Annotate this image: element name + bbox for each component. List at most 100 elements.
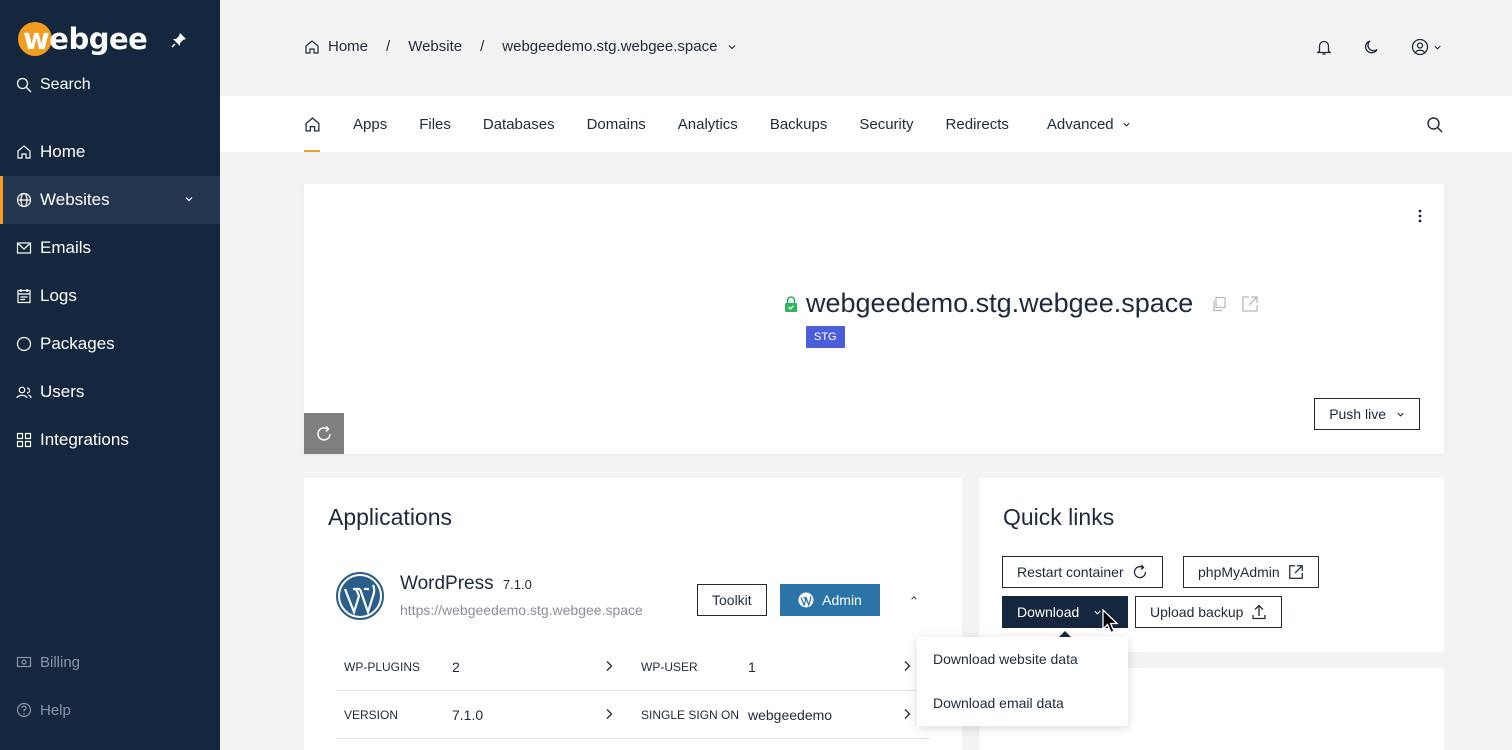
tab-backups[interactable]: Backups (770, 96, 828, 152)
breadcrumb-separator: / (386, 38, 391, 55)
quick-links-title: Quick links (1003, 504, 1115, 530)
admin-button[interactable]: Admin (780, 584, 880, 616)
admin-label: Admin (822, 592, 862, 608)
menu-item-download-website-data[interactable]: Download website data (933, 651, 1078, 667)
home-icon (17, 145, 31, 159)
sidebar-item-websites[interactable]: Websites (0, 176, 220, 224)
applications-title: Applications (328, 504, 453, 530)
chevron-right-icon[interactable] (902, 708, 912, 720)
lock-icon (785, 295, 797, 312)
users-icon (16, 386, 32, 399)
bell-icon[interactable] (1315, 38, 1333, 56)
sidebar-item-billing[interactable]: Billing (0, 638, 220, 686)
sidebar-bottom: Billing Help (0, 638, 220, 734)
chevron-right-icon[interactable] (902, 660, 912, 672)
moon-icon[interactable] (1363, 38, 1381, 56)
refresh-screenshot-button[interactable] (304, 413, 344, 454)
download-dropdown-menu: Download website data Download email dat… (917, 637, 1128, 726)
wordpress-logo-icon (336, 572, 384, 620)
sidebar-item-label: Logs (40, 286, 77, 305)
sidebar-item-help[interactable]: Help (0, 686, 220, 734)
webgee-logo[interactable]: webgee (18, 20, 148, 58)
pin-icon[interactable] (171, 32, 187, 48)
logo-text: webgee (23, 22, 148, 56)
app-name-row: WordPress 7.1.0 (400, 573, 532, 595)
sidebar-search[interactable]: Search (16, 76, 91, 94)
row-value: 7.1.0 (452, 706, 484, 723)
sidebar-item-label: Integrations (40, 430, 129, 449)
top-actions (1315, 38, 1442, 56)
menu-item-download-email-data[interactable]: Download email data (933, 695, 1064, 711)
mouse-cursor-icon (1102, 609, 1119, 634)
copy-icon[interactable] (1211, 296, 1227, 312)
phpmyadmin-button[interactable]: phpMyAdmin (1183, 556, 1319, 588)
refresh-icon (317, 425, 331, 441)
logs-icon (17, 289, 31, 304)
home-icon[interactable] (304, 39, 320, 55)
tab-analytics[interactable]: Analytics (678, 96, 738, 152)
breadcrumb-site[interactable]: webgeedemo.stg.webgee.space (502, 38, 717, 55)
app-name: WordPress (400, 573, 494, 594)
tab-redirects[interactable]: Redirects (946, 96, 1009, 152)
tab-databases[interactable]: Databases (483, 96, 555, 152)
sidebar-item-label: Emails (40, 238, 92, 257)
tab-apps[interactable]: Apps (353, 96, 387, 152)
chevron-down-icon[interactable] (727, 42, 737, 52)
sidebar-search-label: Search (40, 76, 91, 93)
sidebar-item-label: Websites (40, 190, 110, 209)
chevron-down-icon (1434, 45, 1441, 50)
billing-icon (16, 656, 32, 668)
user-circle-icon (1411, 38, 1429, 56)
breadcrumb-separator: / (480, 38, 485, 55)
chevron-right-icon[interactable] (604, 708, 614, 720)
tab-home[interactable] (304, 96, 321, 152)
upload-label: Upload backup (1150, 604, 1244, 620)
app-version: 7.1.0 (502, 577, 532, 592)
kebab-menu-icon[interactable] (1418, 208, 1422, 224)
restart-container-button[interactable]: Restart container (1002, 556, 1163, 588)
tab-security[interactable]: Security (859, 96, 913, 152)
tab-domains[interactable]: Domains (587, 96, 646, 152)
chevron-up-icon[interactable] (910, 594, 918, 602)
external-link-icon[interactable] (1241, 295, 1259, 313)
row-value: 1 (748, 658, 756, 675)
environment-badge: STG (806, 326, 845, 348)
toolkit-button[interactable]: Toolkit (697, 584, 767, 616)
table-row: WP-PLUGINS 2 WP-USER 1 (336, 643, 930, 691)
upload-backup-button[interactable]: Upload backup (1135, 596, 1283, 628)
topbar: Home / Website / webgeedemo.stg.webgee.s… (220, 0, 1512, 96)
chevron-down-icon (1397, 412, 1404, 417)
breadcrumb-website[interactable]: Website (408, 38, 462, 55)
search-icon[interactable] (1426, 116, 1444, 134)
row-key: SINGLE SIGN ON (641, 707, 740, 722)
breadcrumb: Home / Website / webgeedemo.stg.webgee.s… (304, 38, 737, 55)
sidebar-item-home[interactable]: Home (0, 128, 220, 176)
sidebar-item-logs[interactable]: Logs (0, 272, 220, 320)
applications-card: Applications WordPress 7.1.0 https://web… (304, 478, 962, 750)
help-icon (16, 702, 32, 718)
tab-advanced[interactable]: Advanced (1047, 96, 1131, 152)
site-overview-card: webgeedemo.stg.webgee.space STG Push liv… (304, 184, 1444, 454)
sidebar-item-label: Packages (40, 334, 115, 353)
sidebar-item-integrations[interactable]: Integrations (0, 416, 220, 464)
home-icon (305, 116, 320, 132)
sidebar-item-label: Home (40, 142, 86, 161)
chevron-right-icon[interactable] (604, 660, 614, 672)
tab-files[interactable]: Files (419, 96, 451, 152)
sidebar-item-emails[interactable]: Emails (0, 224, 220, 272)
app-url[interactable]: https://webgeedemo.stg.webgee.space (400, 602, 643, 618)
integrations-icon (16, 432, 32, 448)
breadcrumb-home[interactable]: Home (328, 38, 368, 55)
external-link-icon (1288, 565, 1303, 579)
sidebar-item-users[interactable]: Users (0, 368, 220, 416)
account-menu[interactable] (1411, 38, 1442, 56)
sidebar-item-packages[interactable]: Packages (0, 320, 220, 368)
push-live-button[interactable]: Push live (1314, 398, 1420, 430)
search-icon (16, 77, 32, 93)
phpmyadmin-label: phpMyAdmin (1198, 564, 1280, 580)
chevron-down-icon (1123, 122, 1130, 127)
restart-label: Restart container (1017, 564, 1124, 580)
wordpress-icon (798, 592, 814, 608)
row-value: 2 (452, 658, 460, 675)
sidebar-item-label: Billing (40, 653, 81, 671)
